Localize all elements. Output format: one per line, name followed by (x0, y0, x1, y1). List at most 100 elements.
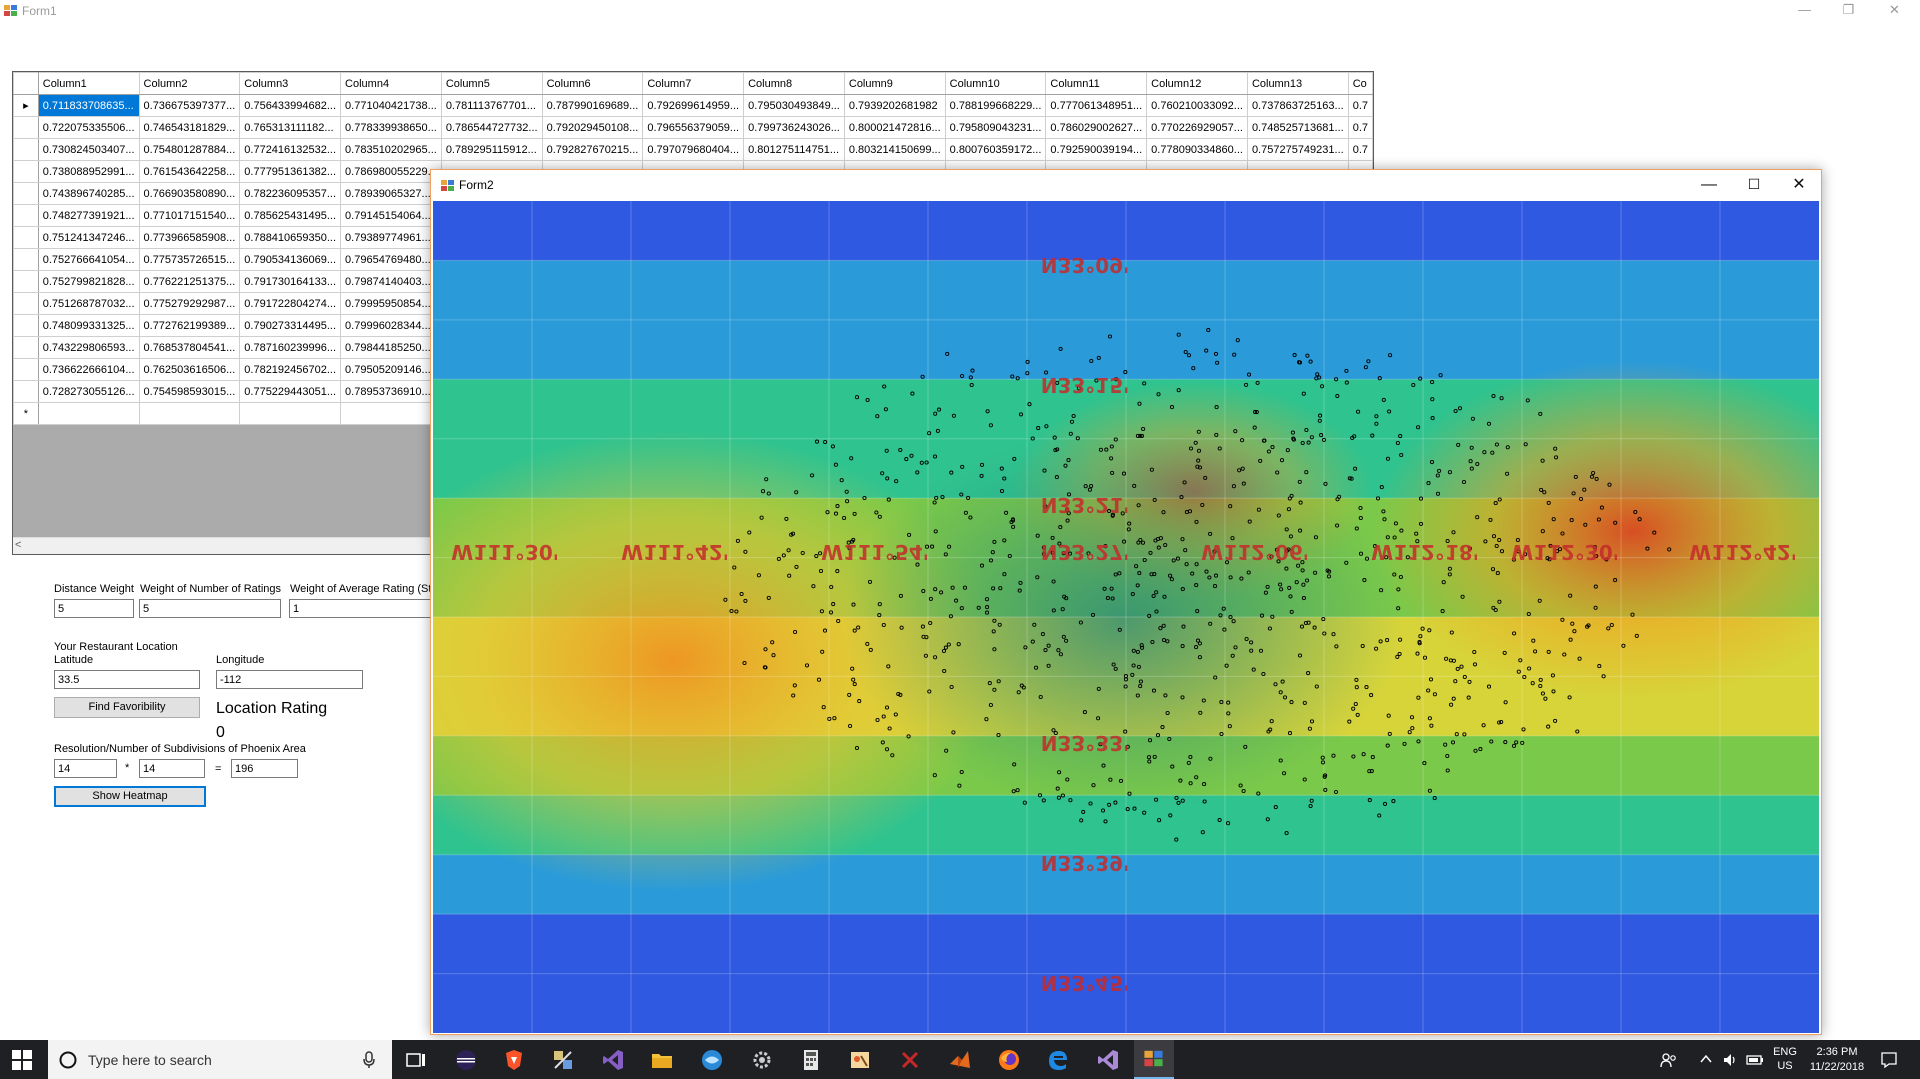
grid-cell[interactable]: 0.743229806593... (37, 336, 140, 359)
close-icon[interactable]: ✕ (1872, 0, 1917, 22)
row-header[interactable] (13, 160, 39, 183)
grid-cell[interactable]: 0.79874140403... (340, 270, 442, 293)
grid-cell[interactable]: 0.788410659350... (239, 226, 342, 249)
grid-cell[interactable]: 0.736622666104... (37, 358, 140, 381)
grid-cell[interactable]: 0.782236095357... (239, 182, 342, 205)
grid-cell[interactable]: 0.778339938650... (340, 116, 442, 139)
chevron-up-icon[interactable] (1700, 1054, 1712, 1064)
form2-minimize-icon[interactable]: — (1686, 170, 1732, 200)
grid-cell[interactable]: 0.79995950854... (340, 292, 442, 315)
row-header[interactable] (13, 270, 39, 293)
calculator-icon[interactable] (799, 1048, 823, 1072)
new-row-header[interactable]: * (13, 402, 39, 425)
grid-cell[interactable]: 0.788199668229... (944, 94, 1047, 117)
battery-icon[interactable] (1746, 1053, 1764, 1067)
latitude-input[interactable] (54, 670, 200, 689)
eclipse-icon[interactable] (454, 1048, 478, 1072)
grid-cell[interactable]: 0.791730164133... (239, 270, 342, 293)
grid-cell[interactable]: 0.790534136069... (239, 248, 342, 271)
grid-cell[interactable]: 0.787160239996... (239, 336, 342, 359)
settings-gear-icon[interactable] (750, 1048, 774, 1072)
heatmap-map[interactable]: N33°09' N33°15' N33°21' N33°33' N33°39' N33°4… (433, 201, 1819, 1033)
row-header[interactable] (13, 204, 39, 227)
grid-cell[interactable]: 0.756433994682... (239, 94, 342, 117)
avg-rating-weight-input[interactable] (289, 599, 431, 618)
grid-cell[interactable]: 0.757275749231... (1246, 138, 1349, 161)
grid-cell[interactable]: 0.752799821828... (37, 270, 140, 293)
column-header[interactable]: Column6 (541, 72, 644, 95)
column-header[interactable]: Column12 (1146, 72, 1248, 95)
grid-cell[interactable]: 0.792590039194... (1045, 138, 1148, 161)
grid-cell[interactable]: 0.795030493849... (743, 94, 845, 117)
microphone-icon[interactable] (362, 1051, 376, 1069)
grid-cell[interactable]: 0.775735726515... (138, 248, 241, 271)
grid-cell[interactable]: 0.79505209146... (340, 358, 442, 381)
grid-cell[interactable]: 0.79145154064... (340, 204, 442, 227)
grid-cell[interactable]: 0.772762199389... (138, 314, 241, 337)
brave-browser-icon[interactable] (502, 1048, 526, 1072)
grid-cell[interactable]: 0.752766641054... (37, 248, 140, 271)
grid-cell[interactable]: 0.728273055126... (37, 380, 140, 403)
grid-cell[interactable]: 0.771017151540... (138, 204, 241, 227)
grid-cell[interactable]: 0.760210033092... (1146, 94, 1248, 117)
grid-cell[interactable]: 0.765313111182... (239, 116, 342, 139)
grid-cell[interactable]: 0.791722804274... (239, 292, 342, 315)
grid-corner-cell[interactable] (13, 72, 39, 95)
grid-cell[interactable]: 0.722075335506... (37, 116, 140, 139)
grid-cell[interactable]: 0.786980055229... (340, 160, 442, 183)
row-header[interactable] (13, 116, 39, 139)
grid-cell[interactable]: 0.751241347246... (37, 226, 140, 249)
column-header[interactable]: Column11 (1045, 72, 1148, 95)
notifications-icon[interactable] (1880, 1051, 1898, 1069)
grid-cell[interactable]: 0.781113767701... (440, 94, 543, 117)
column-header[interactable]: Column5 (440, 72, 543, 95)
grid-cell[interactable]: 0.79654769480... (340, 248, 442, 271)
grid-cell[interactable]: 0.792827670215... (541, 138, 644, 161)
row-header[interactable] (13, 380, 39, 403)
row-header[interactable] (13, 226, 39, 249)
grid-cell[interactable]: 0.801275114751... (743, 138, 845, 161)
grid-cell[interactable]: 0.730824503407... (37, 138, 140, 161)
grid-cell[interactable]: 0.748525713681... (1246, 116, 1349, 139)
row-header[interactable] (13, 182, 39, 205)
grid-cell[interactable]: 0.748277391921... (37, 204, 140, 227)
grid-cell[interactable]: 0.762503616506... (138, 358, 241, 381)
people-icon[interactable] (1660, 1051, 1678, 1069)
grid-cell[interactable]: 0.738088952991... (37, 160, 140, 183)
form1-titlebar[interactable]: Form1 — ❐ ✕ (0, 0, 1920, 22)
grid-cell[interactable]: 0.777061348951... (1045, 94, 1148, 117)
grid-cell[interactable]: 0.786544727732... (440, 116, 543, 139)
task-view-icon[interactable] (404, 1048, 428, 1072)
column-header[interactable]: Column10 (944, 72, 1047, 95)
grid-cell[interactable]: 0.78939065327... (340, 182, 442, 205)
grid-cell[interactable]: 0.792029450108... (541, 116, 644, 139)
grid-cell[interactable]: 0.770226929057... (1146, 116, 1248, 139)
grid-cell[interactable]: 0.797079680404... (642, 138, 745, 161)
grid-cell[interactable]: 0.775229443051... (239, 380, 342, 403)
grid-cell[interactable]: 0.783510202965... (340, 138, 442, 161)
grid-cell[interactable] (138, 402, 241, 425)
grid-cell[interactable]: 0.79844185250... (340, 336, 442, 359)
windows-start-icon[interactable] (12, 1050, 32, 1070)
grid-cell[interactable]: 0.7 (1347, 94, 1373, 117)
grid-cell[interactable]: 0.796556379059... (642, 116, 745, 139)
grid-cell[interactable]: 0.754598593015... (138, 380, 241, 403)
active-task-form-app[interactable] (1134, 1040, 1174, 1079)
table-row[interactable]: 0.730824503407... 0.754801287884... 0.7724… (13, 138, 1373, 161)
show-heatmap-button[interactable]: Show Heatmap (54, 786, 206, 807)
matlab-icon[interactable] (948, 1048, 972, 1072)
grid-cell[interactable]: 0.761543642258... (138, 160, 241, 183)
row-header[interactable] (13, 336, 39, 359)
grid-cell[interactable]: 0.79389774961... (340, 226, 442, 249)
grid-cell[interactable]: 0.772416132532... (239, 138, 342, 161)
grid-cell[interactable]: 0.792699614959... (642, 94, 745, 117)
visual-studio-icon[interactable] (601, 1048, 625, 1072)
dev-tools-icon[interactable] (551, 1048, 575, 1072)
grid-cell[interactable]: 0.789295115912... (440, 138, 543, 161)
grid-cell[interactable] (340, 402, 442, 425)
form2-close-icon[interactable]: ✕ (1776, 170, 1822, 200)
grid-cell[interactable]: 0.746543181829... (138, 116, 241, 139)
num-ratings-weight-input[interactable] (139, 599, 281, 618)
grid-cell[interactable]: 0.775279292987... (138, 292, 241, 315)
grid-cell[interactable]: 0.795809043231... (944, 116, 1047, 139)
